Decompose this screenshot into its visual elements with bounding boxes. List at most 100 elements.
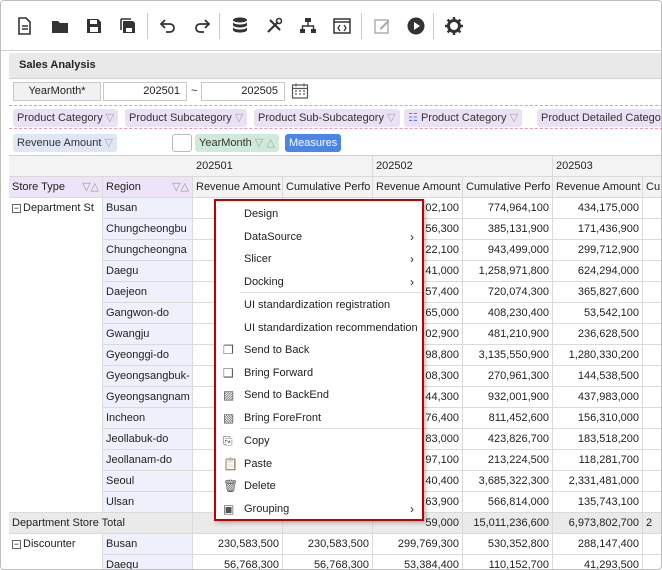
copy-icon: ⎘ bbox=[223, 434, 233, 448]
save-icon[interactable] bbox=[81, 13, 107, 39]
undo-icon[interactable] bbox=[155, 13, 181, 39]
value-cell: 1,258,971,800 bbox=[463, 261, 553, 282]
value-cell: 385,131,900 bbox=[463, 219, 553, 240]
region-cell: Daegu bbox=[103, 555, 193, 569]
region-cell: Gyeongsangnam bbox=[103, 387, 193, 408]
calendar-icon[interactable] bbox=[291, 82, 309, 100]
value-cell: 3,135,550,900 bbox=[463, 345, 553, 366]
menu-item-label: Bring Forward bbox=[244, 367, 314, 379]
yearmonth-to-input[interactable]: 202505 bbox=[201, 82, 285, 101]
dimension-pill[interactable]: ☷ Product Category ▽ bbox=[404, 109, 523, 127]
region-header[interactable]: Region ▽△ bbox=[103, 177, 193, 198]
settings-icon[interactable] bbox=[441, 13, 467, 39]
sort-icon[interactable]: △ bbox=[266, 137, 274, 149]
total-label: Department Store Total bbox=[9, 513, 193, 534]
value-cell: 299,769,300 bbox=[373, 534, 463, 555]
menu-item[interactable]: Design bbox=[216, 203, 422, 225]
measure-zone: Revenue Amount ▽ YearMonth ▽ △ Measures bbox=[9, 131, 661, 155]
value-cell: 423,826,700 bbox=[463, 429, 553, 450]
menu-item[interactable]: Slicer › bbox=[216, 248, 422, 270]
menu-item[interactable]: DataSource › bbox=[216, 226, 422, 248]
code-icon[interactable] bbox=[329, 13, 355, 39]
dimension-pill[interactable]: Product Sub-Subcategory ▽ bbox=[254, 109, 400, 127]
menu-item[interactable]: ▧ Bring ForeFront bbox=[216, 407, 422, 429]
open-folder-icon[interactable] bbox=[47, 13, 73, 39]
filter-icon[interactable]: ▽ bbox=[255, 137, 263, 149]
region-cell: Seoul bbox=[103, 471, 193, 492]
menu-separator bbox=[240, 292, 422, 293]
new-file-icon[interactable] bbox=[11, 13, 37, 39]
menu-item[interactable]: 📋 Paste bbox=[216, 453, 422, 475]
value-cell: 481,210,900 bbox=[463, 324, 553, 345]
edit-icon[interactable] bbox=[369, 13, 395, 39]
menu-item[interactable]: ❐ Send to Back bbox=[216, 339, 422, 361]
corner-cell bbox=[9, 156, 193, 177]
value-cell: 41,293,500 bbox=[553, 555, 643, 569]
value-cell: 1,280,330,200 bbox=[553, 345, 643, 366]
group-cell[interactable]: − Discounter bbox=[9, 534, 103, 569]
database-icon[interactable] bbox=[227, 13, 253, 39]
menu-item[interactable]: UI standardization registration bbox=[216, 294, 422, 316]
menu-item[interactable]: ▣ Grouping › bbox=[216, 498, 422, 520]
filter-icon[interactable]: ▽△ bbox=[82, 177, 99, 197]
dimension-pill[interactable]: Product Detailed Catego bbox=[537, 109, 661, 127]
value-cell: 53,542,100 bbox=[553, 303, 643, 324]
filter-icon[interactable]: ▽ bbox=[235, 112, 243, 124]
layout-toggle-icon[interactable] bbox=[172, 134, 192, 152]
value-cell bbox=[643, 240, 661, 261]
region-cell: Gangwon-do bbox=[103, 303, 193, 324]
yearmonth-from-input[interactable]: 202501 bbox=[103, 82, 187, 101]
dimension-label: Product Subcategory bbox=[129, 112, 232, 124]
run-icon[interactable] bbox=[403, 13, 429, 39]
dimension-pill[interactable]: Product Subcategory ▽ bbox=[125, 109, 248, 127]
column-dimension-pill[interactable]: YearMonth ▽ △ bbox=[195, 134, 279, 152]
region-cell: Jeollabuk-do bbox=[103, 429, 193, 450]
collapse-icon[interactable]: − bbox=[12, 204, 21, 213]
value-cell: 135,743,100 bbox=[553, 492, 643, 513]
row-dimension-zone: Product Category ▽ Product Subcategory ▽… bbox=[9, 105, 661, 129]
value-cell: 365,827,600 bbox=[553, 282, 643, 303]
paste-icon: 📋 bbox=[223, 457, 238, 471]
bring-forefront-icon: ▧ bbox=[223, 411, 235, 425]
menu-item-label: Copy bbox=[244, 435, 270, 447]
value-cell bbox=[643, 366, 661, 387]
dimension-pill[interactable]: Product Category ▽ bbox=[13, 109, 119, 127]
filter-icon[interactable]: ▽△ bbox=[172, 177, 189, 197]
value-cell bbox=[643, 471, 661, 492]
menu-item-label: Grouping bbox=[244, 503, 290, 515]
filter-icon[interactable]: ▽ bbox=[387, 112, 395, 124]
menu-item[interactable]: UI standardization recommendation bbox=[216, 317, 422, 339]
filter-icon[interactable]: ▽ bbox=[106, 112, 114, 124]
filter-icon[interactable]: ▽ bbox=[510, 112, 518, 124]
menu-item[interactable]: ▨ Send to BackEnd bbox=[216, 384, 422, 406]
value-cell: 811,452,600 bbox=[463, 408, 553, 429]
value-cell: 943,499,000 bbox=[463, 240, 553, 261]
group-cell[interactable]: − Department St bbox=[9, 198, 103, 513]
region-cell: Gyeongsangbuk- bbox=[103, 366, 193, 387]
value-cell: 110,152,700 bbox=[463, 555, 553, 569]
menu-item[interactable]: 🗑 Delete bbox=[216, 475, 422, 497]
filter-icon[interactable]: ▽ bbox=[104, 137, 112, 149]
menu-item[interactable]: ⎘ Copy bbox=[216, 430, 422, 452]
value-cell: 288,147,400 bbox=[553, 534, 643, 555]
save-all-icon[interactable] bbox=[115, 13, 141, 39]
hierarchy-icon[interactable] bbox=[295, 13, 321, 39]
menu-item[interactable]: ❑ Bring Forward bbox=[216, 362, 422, 384]
measure-pill[interactable]: Revenue Amount ▽ bbox=[13, 134, 117, 152]
menu-item-label: Design bbox=[244, 208, 279, 220]
store-type-header[interactable]: Store Type ▽△ bbox=[9, 177, 103, 198]
redo-icon[interactable] bbox=[189, 13, 215, 39]
menu-item[interactable]: Docking › bbox=[216, 271, 422, 293]
report-title: Sales Analysis bbox=[19, 59, 96, 71]
tools-icon[interactable] bbox=[261, 13, 287, 39]
value-cell: 3,685,322,300 bbox=[463, 471, 553, 492]
measures-pill[interactable]: Measures bbox=[285, 134, 342, 152]
total-cell: 2 bbox=[643, 513, 661, 534]
collapse-icon[interactable]: − bbox=[12, 540, 21, 549]
region-cell: Gwangju bbox=[103, 324, 193, 345]
value-cell: 156,310,000 bbox=[553, 408, 643, 429]
value-cell bbox=[643, 198, 661, 219]
value-cell bbox=[643, 534, 661, 555]
value-cell: 408,230,400 bbox=[463, 303, 553, 324]
menu-item-label: Docking bbox=[244, 276, 284, 288]
